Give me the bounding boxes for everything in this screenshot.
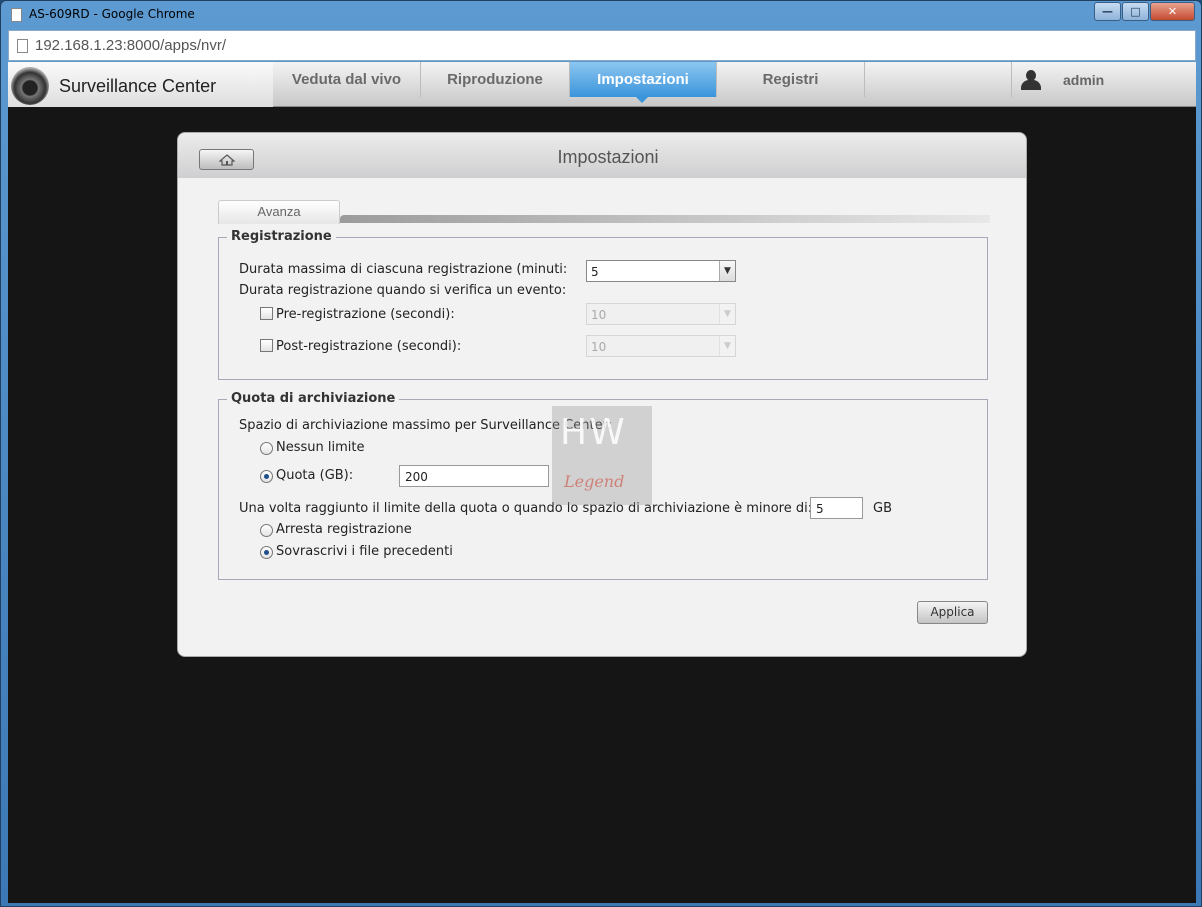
settings-panel: Impostazioni Avanza Registrazione Durata… [177,132,1027,657]
post-recording-label: Post-registrazione (secondi): [276,339,462,354]
watermark-bottom: Legend [564,472,625,491]
top-navigation: Surveillance Center Veduta dal vivo Ripr… [8,62,1196,107]
brand-title: Surveillance Center [59,76,217,96]
stop-recording-label: Arresta registrazione [276,522,412,537]
post-recording-select: 10 ▼ [586,335,736,357]
user-name[interactable]: admin [1063,72,1104,88]
apply-button[interactable]: Applica [917,601,988,624]
url-text[interactable]: 192.168.1.23:8000/apps/nvr/ [35,37,226,54]
tab-playback[interactable]: Riproduzione [421,62,570,97]
limit-unit: GB [873,501,892,516]
window-controls: — □ ✕ [1093,2,1195,21]
max-duration-label: Durata massima di ciascuna registrazione… [239,262,568,277]
no-limit-radio[interactable] [260,442,273,455]
chevron-down-icon: ▼ [719,261,735,281]
recording-section: Registrazione Durata massima di ciascuna… [218,229,988,380]
panel-header: Impostazioni [178,133,1026,178]
maximize-icon[interactable]: □ [1122,2,1149,21]
window-title: AS-609RD - Google Chrome [29,7,195,21]
user-icon [1021,70,1041,90]
watermark-top: HW [560,412,627,453]
pre-recording-value: 10 [591,308,607,322]
overwrite-radio[interactable] [260,546,273,559]
event-duration-label: Durata registrazione quando si verifica … [239,283,567,298]
page-icon [17,39,28,53]
panel-title: Impostazioni [557,147,659,167]
address-bar[interactable]: 192.168.1.23:8000/apps/nvr/ [8,30,1196,61]
document-icon [11,8,22,22]
pre-recording-select: 10 ▼ [586,303,736,325]
post-recording-checkbox[interactable] [260,339,273,352]
active-tab-indicator [635,96,649,103]
quota-radio[interactable] [260,470,273,483]
title-bar: AS-609RD - Google Chrome — □ ✕ [1,1,1201,29]
recording-legend: Registrazione [227,229,336,244]
tab-live-view[interactable]: Veduta dal vivo [273,62,421,97]
chevron-down-icon: ▼ [719,304,735,324]
tab-divider [340,215,990,223]
quota-label: Quota (GB): [276,468,354,483]
pre-recording-checkbox[interactable] [260,307,273,320]
quota-input[interactable]: 200 [399,465,549,487]
pre-recording-label: Pre-registrazione (secondi): [276,307,455,322]
tab-settings[interactable]: Impostazioni [570,62,717,97]
quota-legend: Quota di archiviazione [227,391,400,406]
brand-area: Surveillance Center [8,62,273,107]
tab-advanced[interactable]: Avanza [218,200,340,224]
limit-label: Una volta raggiunto il limite della quot… [239,501,813,516]
camera-icon [11,67,49,105]
overwrite-label: Sovrascrivi i file precedenti [276,544,453,559]
chevron-down-icon: ▼ [719,336,735,356]
max-duration-value: 5 [591,265,599,279]
post-recording-value: 10 [591,340,607,354]
no-limit-label: Nessun limite [276,440,365,455]
close-icon[interactable]: ✕ [1150,2,1195,21]
stop-recording-radio[interactable] [260,524,273,537]
limit-input[interactable]: 5 [810,497,863,519]
tab-logs[interactable]: Registri [717,62,865,97]
browser-window: AS-609RD - Google Chrome — □ ✕ 192.168.1… [0,0,1202,907]
app-viewport: Surveillance Center Veduta dal vivo Ripr… [8,62,1196,903]
tab-empty [865,62,1012,97]
minimize-icon[interactable]: — [1094,2,1121,21]
max-duration-select[interactable]: 5 ▼ [586,260,736,282]
watermark-logo: HW Legend [552,406,652,505]
